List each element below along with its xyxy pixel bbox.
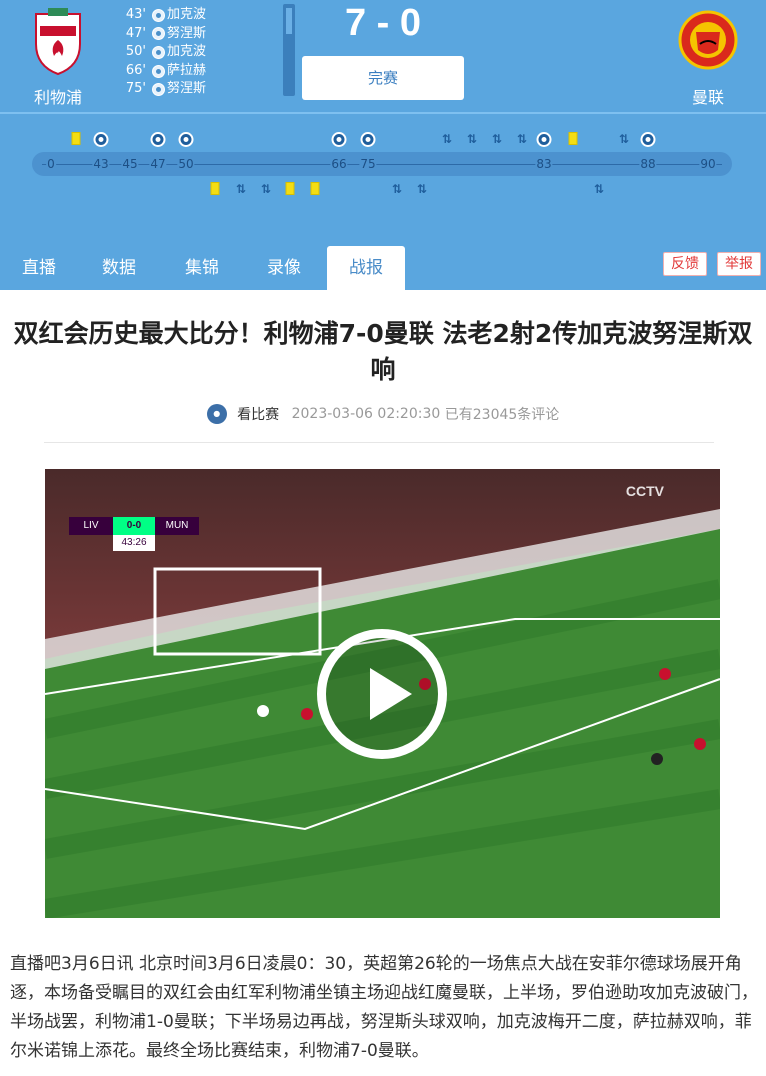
timeline-tick: 75 [359, 156, 377, 172]
scorer-name: 加克波 [167, 44, 207, 60]
tab-report[interactable]: 战报 [327, 246, 405, 290]
football-icon [152, 8, 165, 22]
substitution-icon[interactable]: ⇅ [392, 182, 402, 197]
source-logo-icon: ● [206, 404, 227, 424]
yellow-card-icon[interactable] [71, 132, 81, 145]
play-icon[interactable] [317, 629, 447, 759]
manchester-united-crest-icon [678, 10, 738, 70]
article-title: 双红会历史最大比分！利物浦7-0曼联 法老2射2传加克波努涅斯双响 [13, 319, 753, 384]
yellow-card-icon[interactable] [568, 132, 578, 145]
goal-minute: 43' [125, 7, 146, 22]
article-datetime: 2023-03-06 02:20:30 [291, 406, 441, 422]
article-body: 直播吧3月6日讯 北京时间3月6日凌晨0：30，英超第26轮的一场焦点大战在安菲… [10, 954, 758, 1061]
tab-replay[interactable]: 录像 [245, 246, 323, 290]
tab-live[interactable]: 直播 [0, 246, 78, 290]
timeline-tick: 90 [699, 156, 717, 172]
goal-icon[interactable] [331, 132, 347, 147]
away-team[interactable]: 曼联 [668, 6, 748, 108]
scorer-name: 加克波 [167, 7, 207, 22]
home-scorers-list: 43' 加克波 47' 努涅斯 50' 加克波 66' 萨拉赫 75' 努涅斯 [112, 6, 262, 99]
tab-stats[interactable]: 数据 [80, 246, 158, 290]
scoreboard: 利物浦 43' 加克波 47' 努涅斯 50' 加克波 66' 萨拉赫 75' … [0, 0, 766, 112]
away-team-name: 曼联 [691, 88, 724, 107]
timeline-tick: 43 [92, 156, 110, 172]
timeline-tick: 0 [46, 156, 56, 172]
goal-minute: 50' [125, 44, 146, 60]
timeline-tick: 47 [149, 156, 167, 172]
comment-count[interactable]: 已有23045条评论 [445, 407, 560, 423]
timeline-tick: 66 [330, 156, 348, 172]
substitution-icon[interactable]: ⇅ [492, 132, 502, 147]
goal-minute: 47' [125, 25, 146, 41]
tv-scorebug: LIV 0-0 MUN 43:26 [69, 517, 199, 553]
scorebug-home: LIV [69, 517, 113, 535]
substitution-icon[interactable]: ⇅ [417, 182, 427, 197]
broadcaster-logo: CCTV [625, 483, 664, 499]
goal-icon[interactable] [360, 132, 376, 147]
article-source[interactable]: 看比赛 [237, 407, 279, 423]
goal-icon[interactable] [150, 132, 166, 147]
goal-icon[interactable] [640, 132, 656, 147]
football-icon [152, 64, 165, 78]
home-team-name: 利物浦 [33, 88, 82, 107]
timeline-tick: 50 [177, 156, 195, 172]
goal-minute: 66' [125, 62, 146, 78]
goal-minute: 75' [125, 81, 146, 97]
scorer-row: 43' 加克波 [112, 6, 262, 25]
substitution-icon[interactable]: ⇅ [236, 182, 246, 197]
tab-highlights[interactable]: 集锦 [163, 246, 241, 290]
scorer-row: 47' 努涅斯 [112, 25, 262, 44]
scorer-name: 努涅斯 [167, 81, 207, 97]
goal-icon[interactable] [178, 132, 194, 147]
divider [44, 442, 714, 443]
substitution-icon[interactable]: ⇅ [442, 132, 452, 147]
yellow-card-icon[interactable] [285, 182, 295, 195]
tab-bar: 直播 数据 集锦 录像 战报 反馈 举报 [0, 226, 766, 290]
video-player[interactable]: LIV 0-0 MUN 43:26 CCTV [45, 469, 720, 918]
timeline-line [42, 164, 722, 165]
substitution-icon[interactable]: ⇅ [467, 132, 477, 147]
scorer-name: 萨拉赫 [167, 62, 207, 78]
substitution-icon[interactable]: ⇅ [594, 182, 604, 197]
yellow-card-icon[interactable] [310, 182, 320, 195]
match-score: 7 - 0 [344, 2, 422, 44]
report-button[interactable]: 举报 [717, 252, 761, 276]
goal-icon[interactable] [536, 132, 552, 147]
match-timeline: 0 43 45 47 50 66 75 83 88 90 ⇅ ⇅ ⇅ ⇅ ⇅ ⇅… [0, 112, 766, 226]
substitution-icon[interactable]: ⇅ [619, 132, 629, 147]
scorer-name: 努涅斯 [167, 25, 207, 41]
yellow-card-icon[interactable] [210, 182, 220, 195]
match-header: 利物浦 43' 加克波 47' 努涅斯 50' 加克波 66' 萨拉赫 75' … [0, 0, 766, 290]
scorer-row: 66' 萨拉赫 [112, 62, 262, 81]
match-status: 完赛 [302, 56, 464, 100]
scorer-row: 75' 努涅斯 [112, 80, 262, 99]
scorebug-score: 0-0 [113, 517, 155, 535]
scorer-row: 50' 加克波 [112, 43, 262, 62]
timeline-tick: 88 [639, 156, 657, 172]
substitution-icon[interactable]: ⇅ [517, 132, 527, 147]
article-meta: ● 看比赛 2023-03-06 02:20:30 已有23045条评论 [0, 404, 766, 424]
feedback-button[interactable]: 反馈 [663, 252, 707, 276]
timeline-tick: 83 [535, 156, 553, 172]
liverpool-crest-icon [35, 8, 81, 76]
football-icon [152, 27, 165, 41]
football-icon [152, 83, 165, 97]
scroll-indicator [283, 4, 295, 96]
timeline-tick: 45 [121, 156, 139, 172]
scorebug-away: MUN [155, 517, 199, 535]
substitution-icon[interactable]: ⇅ [261, 182, 271, 197]
football-icon [152, 45, 165, 59]
scorebug-clock: 43:26 [113, 535, 155, 551]
home-team[interactable]: 利物浦 [18, 6, 98, 108]
goal-icon[interactable] [93, 132, 109, 147]
